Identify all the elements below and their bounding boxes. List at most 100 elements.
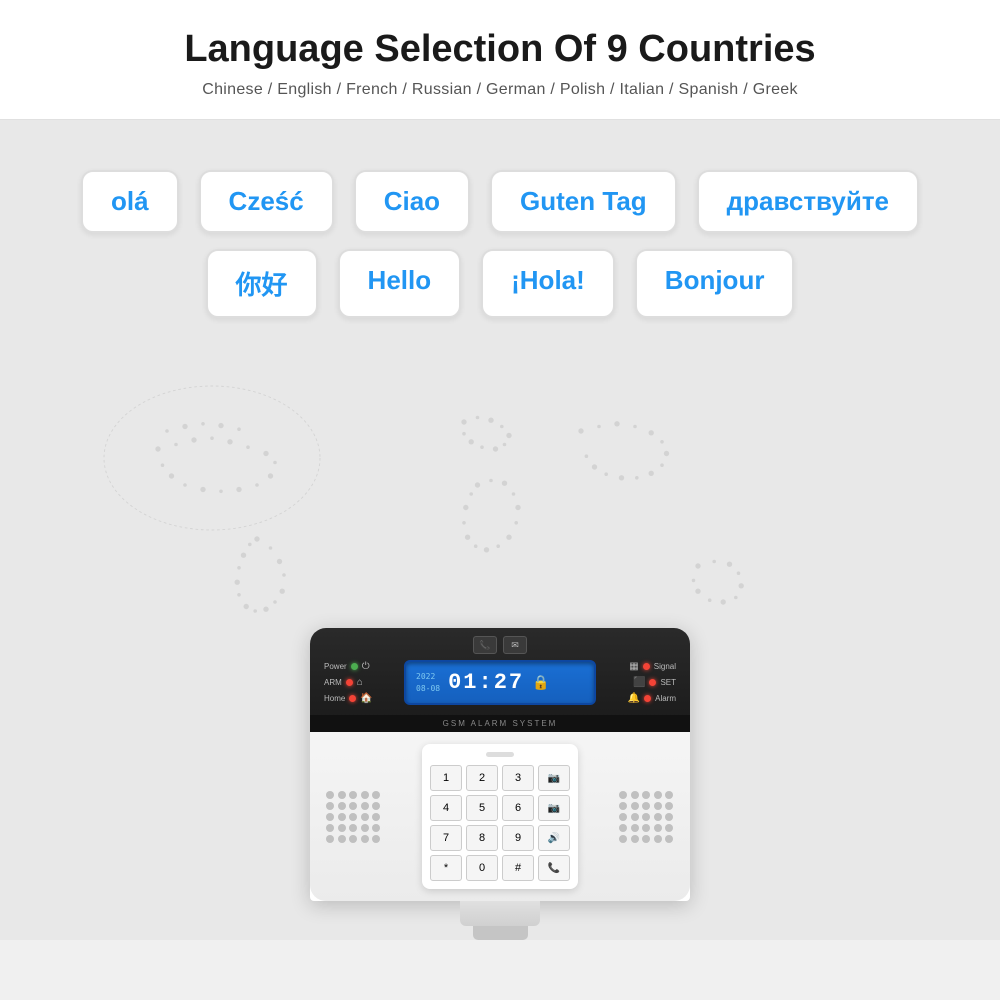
arm-label: ARM bbox=[324, 678, 342, 687]
speaker-dot bbox=[631, 802, 639, 810]
greeting-russian: дравствуйте bbox=[697, 170, 919, 233]
phone-icon: 📞 bbox=[473, 636, 497, 654]
key-7[interactable]: 7 bbox=[430, 825, 462, 851]
message-icon: ✉ bbox=[503, 636, 527, 654]
speaker-dot bbox=[631, 791, 639, 799]
speaker-dot bbox=[654, 835, 662, 843]
set-label: SET bbox=[660, 678, 676, 687]
device-stand-container bbox=[290, 901, 710, 926]
right-speaker bbox=[619, 791, 674, 843]
speaker-dot bbox=[631, 813, 639, 821]
alarm-led bbox=[644, 695, 651, 702]
power-indicator: Power ⏻ bbox=[324, 661, 394, 672]
speaker-dot bbox=[631, 835, 639, 843]
signal-icon: ▦ bbox=[629, 661, 638, 672]
speaker-dot bbox=[326, 802, 334, 810]
key-camera2[interactable]: 📷 bbox=[538, 795, 570, 821]
device-stand-base bbox=[473, 926, 528, 940]
greetings-row-1: olá Cześć Ciao Guten Tag дравствуйте bbox=[81, 170, 919, 233]
speaker-dot bbox=[372, 824, 380, 832]
greeting-german: Guten Tag bbox=[490, 170, 677, 233]
key-1[interactable]: 1 bbox=[430, 765, 462, 791]
key-camera1[interactable]: 📷 bbox=[538, 765, 570, 791]
device-bottom-panel: 1 2 3 📷 4 5 6 📷 7 8 9 🔊 * 0 # bbox=[310, 732, 690, 901]
right-indicators: ▦ Signal ⬛ SET 🔔 Alarm bbox=[606, 661, 676, 704]
alarm-indicator: 🔔 Alarm bbox=[606, 693, 676, 704]
speaker-dot bbox=[372, 813, 380, 821]
signal-indicator: ▦ Signal bbox=[606, 661, 676, 672]
alarm-device: 📞 ✉ Power ⏻ ARM bbox=[290, 628, 710, 940]
speaker-dot bbox=[361, 791, 369, 799]
home-icon: 🏠 bbox=[360, 693, 372, 704]
speaker-dot bbox=[654, 791, 662, 799]
key-8[interactable]: 8 bbox=[466, 825, 498, 851]
greeting-polish: Cześć bbox=[199, 170, 334, 233]
speaker-dot bbox=[361, 813, 369, 821]
signal-led bbox=[643, 663, 650, 670]
key-2[interactable]: 2 bbox=[466, 765, 498, 791]
speaker-dot bbox=[361, 835, 369, 843]
speaker-dot bbox=[619, 802, 627, 810]
speaker-dot bbox=[619, 835, 627, 843]
greetings-row-2: 你好 Hello ¡Hola! Bonjour bbox=[206, 249, 795, 318]
gsm-label: GSM ALARM SYSTEM bbox=[310, 715, 690, 732]
lcd-display: 2022 08-08 01:27 🔒 bbox=[404, 660, 596, 705]
key-9[interactable]: 9 bbox=[502, 825, 534, 851]
signal-label: Signal bbox=[654, 662, 676, 671]
key-star[interactable]: * bbox=[430, 855, 462, 881]
speaker-dot bbox=[349, 791, 357, 799]
keypad-grid: 1 2 3 📷 4 5 6 📷 7 8 9 🔊 * 0 # bbox=[430, 765, 570, 881]
speaker-dot bbox=[361, 802, 369, 810]
speaker-dot bbox=[372, 802, 380, 810]
main-content: olá Cześć Ciao Guten Tag дравствуйте 你好 … bbox=[0, 120, 1000, 940]
arm-icon: ⌂ bbox=[357, 677, 363, 688]
speaker-dot bbox=[619, 813, 627, 821]
greetings-container: olá Cześć Ciao Guten Tag дравствуйте 你好 … bbox=[0, 150, 1000, 338]
home-label: Home bbox=[324, 694, 345, 703]
speaker-dot bbox=[654, 813, 662, 821]
alarm-status-label: Alarm bbox=[655, 694, 676, 703]
arm-led bbox=[346, 679, 353, 686]
key-5[interactable]: 5 bbox=[466, 795, 498, 821]
speaker-dot bbox=[326, 813, 334, 821]
key-4[interactable]: 4 bbox=[430, 795, 462, 821]
power-label: Power bbox=[324, 662, 347, 671]
speaker-dot bbox=[665, 802, 673, 810]
lock-icon: 🔒 bbox=[532, 674, 549, 691]
arm-indicator: ARM ⌂ bbox=[324, 677, 394, 688]
power-led bbox=[351, 663, 358, 670]
power-icon: ⏻ bbox=[362, 661, 370, 672]
key-6[interactable]: 6 bbox=[502, 795, 534, 821]
key-phone[interactable]: 📞 bbox=[538, 855, 570, 881]
page-title: Language Selection Of 9 Countries bbox=[20, 28, 980, 71]
key-volume[interactable]: 🔊 bbox=[538, 825, 570, 851]
greeting-english: Hello bbox=[338, 249, 462, 318]
device-stand-base-container bbox=[290, 926, 710, 940]
speaker-dot bbox=[642, 802, 650, 810]
greeting-chinese: 你好 bbox=[206, 249, 318, 318]
left-speaker bbox=[326, 791, 381, 843]
key-hash[interactable]: # bbox=[502, 855, 534, 881]
set-indicator: ⬛ SET bbox=[606, 677, 676, 688]
top-black-panel: 📞 ✉ Power ⏻ ARM bbox=[310, 628, 690, 732]
speaker-dot bbox=[619, 824, 627, 832]
speaker-dot bbox=[338, 824, 346, 832]
key-3[interactable]: 3 bbox=[502, 765, 534, 791]
speaker-dot bbox=[326, 835, 334, 843]
header-section: Language Selection Of 9 Countries Chines… bbox=[0, 0, 1000, 120]
speaker-dot bbox=[349, 813, 357, 821]
device-upper-body: 📞 ✉ Power ⏻ ARM bbox=[310, 628, 690, 901]
speaker-dot bbox=[665, 824, 673, 832]
left-indicators: Power ⏻ ARM ⌂ Home 🏠 bbox=[324, 661, 394, 704]
key-0[interactable]: 0 bbox=[466, 855, 498, 881]
greeting-portuguese: olá bbox=[81, 170, 179, 233]
top-icons-row: 📞 ✉ bbox=[324, 636, 676, 654]
speaker-dot bbox=[372, 835, 380, 843]
speaker-dot bbox=[654, 824, 662, 832]
speaker-dot bbox=[619, 791, 627, 799]
language-subtitle: Chinese / English / French / Russian / G… bbox=[20, 81, 980, 99]
speaker-dot bbox=[654, 802, 662, 810]
speaker-dot bbox=[665, 835, 673, 843]
device-stand-upper bbox=[460, 901, 540, 926]
speaker-dot bbox=[338, 835, 346, 843]
